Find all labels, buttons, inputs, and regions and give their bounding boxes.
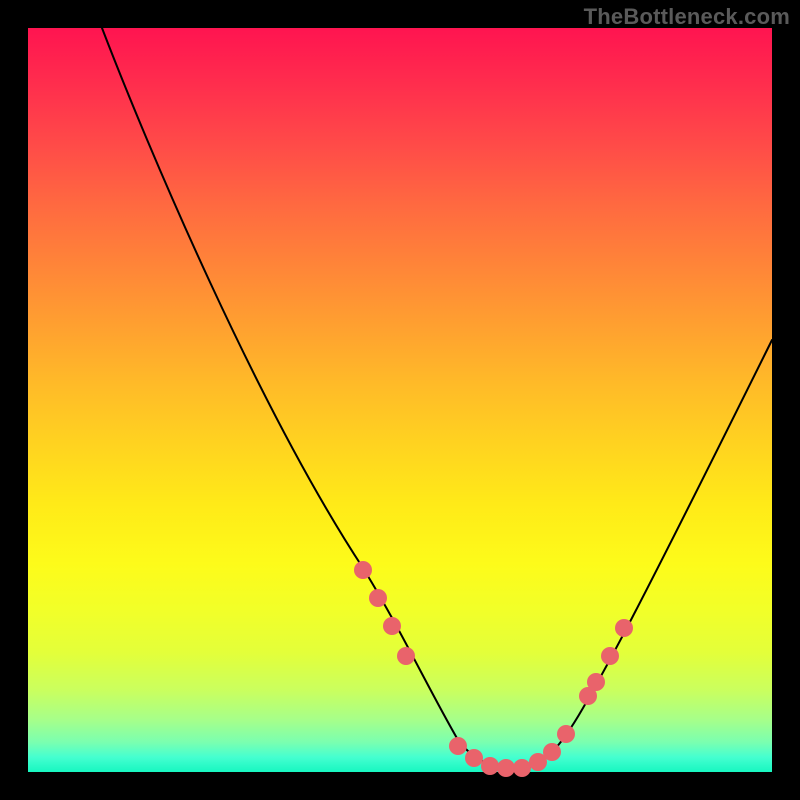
marker-point: [449, 737, 467, 755]
marker-point: [513, 759, 531, 777]
marker-point: [615, 619, 633, 637]
marker-point: [465, 749, 483, 767]
marker-point: [383, 617, 401, 635]
marker-point: [397, 647, 415, 665]
marker-point: [481, 757, 499, 775]
marker-group: [354, 561, 633, 777]
marker-point: [497, 759, 515, 777]
marker-point: [354, 561, 372, 579]
marker-point: [543, 743, 561, 761]
bottleneck-curve: [102, 28, 772, 768]
chart-frame: TheBottleneck.com: [0, 0, 800, 800]
marker-point: [369, 589, 387, 607]
chart-svg: [28, 28, 772, 772]
plot-area: [28, 28, 772, 772]
marker-point: [557, 725, 575, 743]
marker-point: [587, 673, 605, 691]
watermark: TheBottleneck.com: [584, 4, 790, 30]
marker-point: [601, 647, 619, 665]
